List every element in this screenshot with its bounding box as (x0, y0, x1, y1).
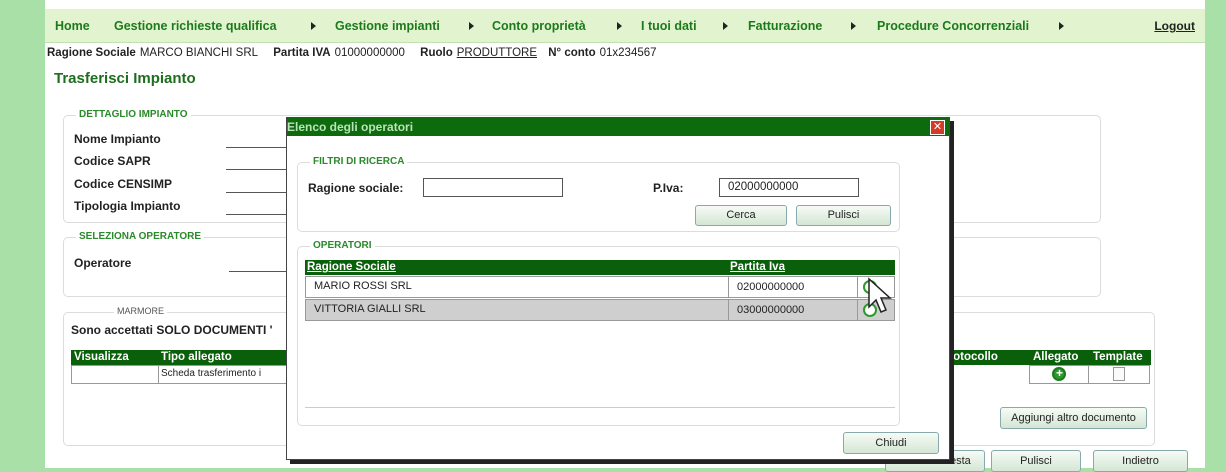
col-tipo-allegato: Tipo allegato (161, 351, 232, 363)
col-template: Template (1093, 351, 1143, 363)
nav-procedure-concorrenziali[interactable]: Procedure Concorrenziali (877, 19, 1029, 33)
piva-filter-input[interactable]: 02000000000 (719, 178, 859, 197)
filtri-legend: FILTRI DI RICERCA (310, 156, 408, 167)
modal-title-bar[interactable]: Elenco degli operatori ✕ (287, 118, 949, 136)
nome-impianto-label: Nome Impianto (74, 132, 161, 146)
top-navigation: Home Gestione richieste qualifica Gestio… (45, 9, 1205, 43)
operator-name-cell: MARIO ROSSI SRL (305, 276, 729, 298)
partita-iva-label: Partita IVA (273, 47, 331, 59)
nav-arrow-icon[interactable] (617, 22, 622, 30)
conto-label: N° conto (548, 47, 596, 59)
col-allegato: Allegato (1033, 351, 1079, 363)
nav-home[interactable]: Home (55, 19, 90, 33)
nome-impianto-value (226, 147, 286, 148)
partita-iva-value: 01000000000 (334, 47, 405, 59)
user-info-bar: Ragione Sociale MARCO BIANCHI SRL Partita… (47, 47, 669, 59)
codice-sapr-label: Codice SAPR (74, 154, 151, 168)
pulisci-filter-button[interactable]: Pulisci (796, 205, 891, 226)
tipologia-impianto-value (226, 214, 286, 215)
document-icon[interactable] (1113, 367, 1125, 381)
visualizza-cell (71, 365, 159, 384)
operatori-modal: Elenco degli operatori ✕ FILTRI DI RICER… (286, 117, 950, 460)
logout-link[interactable]: Logout (1154, 19, 1195, 33)
add-allegato-icon[interactable] (1052, 366, 1066, 381)
conto-value: 01x234567 (599, 47, 657, 59)
codice-censimp-label: Codice CENSIMP (74, 177, 173, 191)
operatore-label: Operatore (74, 256, 132, 270)
nav-gestione-impianti[interactable]: Gestione impianti (335, 19, 440, 33)
operatore-value (229, 271, 289, 272)
codice-censimp-value (226, 192, 286, 193)
col-visualizza: Visualizza (74, 351, 129, 363)
ragione-sociale-label: Ragione Sociale (47, 47, 136, 59)
tipo-allegato-cell: Scheda trasferimento i (158, 365, 288, 384)
modal-title: Elenco degli operatori (287, 120, 414, 134)
ruolo-label: Ruolo (420, 47, 453, 59)
nav-arrow-icon[interactable] (311, 22, 316, 30)
divider (305, 407, 895, 408)
operatori-legend: OPERATORI (310, 240, 375, 251)
seleziona-operatore-legend: SELEZIONA OPERATORE (76, 231, 205, 242)
documenti-note: Sono accettati SOLO DOCUMENTI ' (71, 323, 273, 337)
operator-name-cell: VITTORIA GIALLI SRL (305, 299, 729, 321)
pulisci-button[interactable]: Pulisci (991, 450, 1081, 472)
nav-arrow-icon[interactable] (469, 22, 474, 30)
nav-arrow-icon[interactable] (851, 22, 856, 30)
piva-filter-label: P.Iva: (653, 181, 684, 195)
nav-arrow-icon[interactable] (723, 22, 728, 30)
indietro-button[interactable]: Indietro (1093, 450, 1188, 472)
codice-sapr-value (226, 169, 286, 170)
mouse-cursor-icon (868, 277, 892, 313)
tipologia-impianto-label: Tipologia Impianto (74, 199, 181, 213)
marmore-legend: MARMORE (114, 306, 167, 316)
table-row[interactable]: VITTORIA GIALLI SRL 03000000000 (305, 299, 895, 321)
col-ragione-sociale[interactable]: Ragione Sociale (307, 261, 396, 273)
cerca-button[interactable]: Cerca (695, 205, 787, 226)
dettaglio-impianto-legend: DETTAGLIO IMPIANTO (76, 109, 191, 120)
operatori-table-header: Ragione Sociale Partita Iva (305, 260, 895, 275)
ragione-sociale-value: MARCO BIANCHI SRL (139, 47, 259, 59)
nav-i-tuoi-dati[interactable]: I tuoi dati (641, 19, 697, 33)
operator-piva-cell: 02000000000 (728, 276, 858, 298)
chiudi-button[interactable]: Chiudi (843, 432, 939, 454)
add-document-button[interactable]: Aggiungi altro documento (1000, 407, 1147, 429)
nav-arrow-icon[interactable] (1059, 22, 1064, 30)
filtri-fieldset: FILTRI DI RICERCA Ragione sociale: P.Iva… (297, 156, 900, 232)
operator-piva-cell: 03000000000 (728, 299, 858, 321)
template-cell (1088, 365, 1150, 384)
close-icon[interactable]: ✕ (930, 120, 945, 135)
ragione-sociale-filter-input[interactable] (423, 178, 563, 197)
operatori-fieldset: OPERATORI Ragione Sociale Partita Iva MA… (297, 240, 900, 426)
page-title: Trasferisci Impianto (54, 70, 196, 87)
nav-conto-proprieta[interactable]: Conto proprietà (492, 19, 586, 33)
nav-gestione-richieste-qualifica[interactable]: Gestione richieste qualifica (114, 19, 277, 33)
allegato-cell (1029, 365, 1089, 384)
nav-fatturazione[interactable]: Fatturazione (748, 19, 822, 33)
ragione-sociale-filter-label: Ragione sociale: (308, 181, 404, 195)
ruolo-link[interactable]: PRODUTTORE (457, 47, 537, 59)
col-partita-iva[interactable]: Partita Iva (730, 261, 785, 273)
table-row[interactable]: MARIO ROSSI SRL 02000000000 (305, 276, 895, 298)
